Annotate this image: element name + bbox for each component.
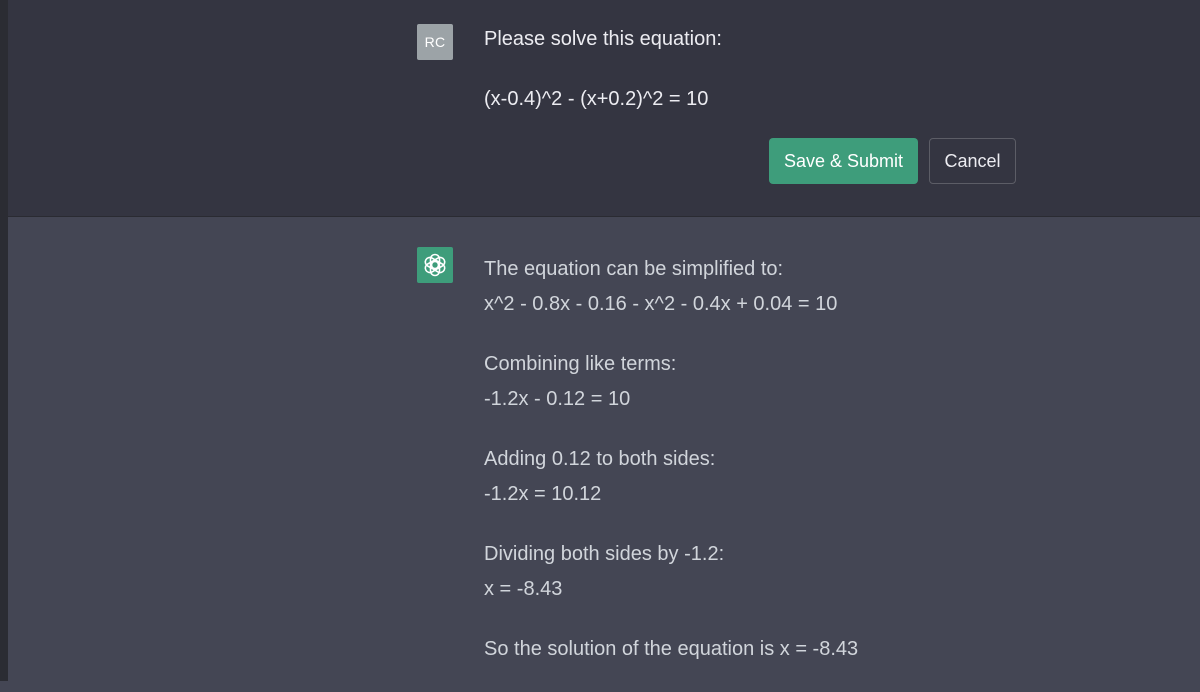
- user-avatar: RC: [417, 24, 453, 60]
- assistant-avatar: [417, 247, 453, 283]
- save-and-submit-button[interactable]: Save & Submit: [769, 138, 918, 184]
- assistant-message-row: The equation can be simplified to: x^2 -…: [8, 217, 1200, 681]
- message-edit-field[interactable]: Please solve this equation: (x-0.4)^2 - …: [484, 25, 1044, 113]
- answer-text: So the solution of the equation is x = -…: [484, 638, 859, 660]
- answer-paragraph: Dividing both sides by -1.2: x = -8.43: [484, 537, 1124, 607]
- openai-logo-icon: [424, 253, 446, 277]
- answer-text: -1.2x - 0.12 = 10: [484, 388, 631, 410]
- answer-paragraph: The equation can be simplified to: x^2 -…: [484, 252, 1124, 322]
- answer-text: Combining like terms:: [484, 353, 677, 375]
- user-message-row: RC Please solve this equation: (x-0.4)^2…: [8, 0, 1200, 217]
- user-message-line-2: (x-0.4)^2 - (x+0.2)^2 = 10: [484, 88, 709, 110]
- answer-text: The equation can be simplified to:: [484, 258, 784, 280]
- answer-paragraph: So the solution of the equation is x = -…: [484, 632, 1124, 667]
- answer-text: Adding 0.12 to both sides:: [484, 448, 716, 470]
- assistant-answer: The equation can be simplified to: x^2 -…: [484, 252, 1124, 692]
- answer-text: x = -8.43: [484, 578, 563, 600]
- user-avatar-initials: RC: [424, 34, 446, 50]
- answer-paragraph: Adding 0.12 to both sides: -1.2x = 10.12: [484, 442, 1124, 512]
- answer-paragraph: Combining like terms: -1.2x - 0.12 = 10: [484, 347, 1124, 417]
- cancel-button[interactable]: Cancel: [929, 138, 1016, 184]
- user-message-line-1: Please solve this equation:: [484, 28, 722, 50]
- answer-text: Dividing both sides by -1.2:: [484, 543, 725, 565]
- answer-text: x^2 - 0.8x - 0.16 - x^2 - 0.4x + 0.04 = …: [484, 293, 838, 315]
- answer-text: -1.2x = 10.12: [484, 483, 602, 505]
- left-edge-border: [0, 0, 8, 681]
